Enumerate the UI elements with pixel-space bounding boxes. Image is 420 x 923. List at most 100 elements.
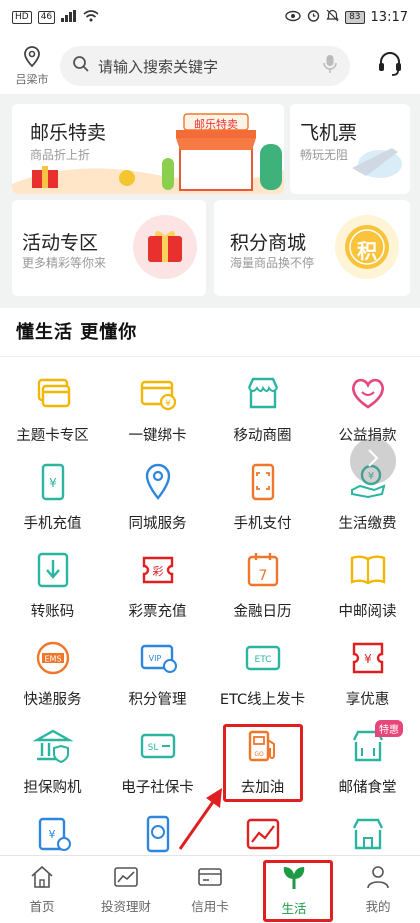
mute-icon [326, 9, 339, 25]
service-item-label: 手机充值 [23, 516, 82, 532]
location-selector[interactable]: 吕梁市 [10, 45, 54, 87]
tab-home-label: 首页 [29, 898, 55, 914]
service-item-label: 积分管理 [128, 692, 187, 708]
service-item[interactable]: ¥ 一键绑卡 [105, 368, 210, 456]
youle-sale-title: 邮乐特卖 [30, 122, 107, 144]
service-item[interactable]: 手机支付 [210, 456, 315, 544]
tab-home[interactable]: 首页 [0, 856, 84, 923]
service-item[interactable]: 担保购机 [0, 720, 105, 808]
floating-expand-button[interactable] [350, 438, 396, 484]
bottom-tab-bar: 首页 投资理财 信用卡 生活 我的 [0, 855, 420, 923]
tab-mine-label: 我的 [365, 898, 391, 914]
customer-service-button[interactable] [370, 51, 410, 81]
hd-indicator: HD [12, 10, 32, 24]
service-item[interactable]: 彩彩票充值 [105, 544, 210, 632]
svg-text:ETC: ETC [254, 655, 271, 665]
book-icon [348, 550, 388, 590]
microphone-icon[interactable] [322, 54, 338, 78]
service-item-label: 移动商圈 [233, 428, 292, 444]
service-item-label: 手机支付 [233, 516, 292, 532]
investment-icon [113, 865, 139, 892]
section-divider [0, 356, 420, 357]
flight-subtitle: 畅玩无阻 [300, 148, 349, 162]
activity-zone-card[interactable]: 活动专区 更多精彩等你来 [12, 200, 206, 296]
activity-title: 活动专区 [22, 232, 99, 254]
credit-card-icon [197, 865, 223, 892]
lottery-icon: 彩 [138, 550, 178, 590]
location-pin-icon [138, 462, 178, 502]
gift-icon [132, 214, 198, 284]
service-item[interactable]: 特惠邮储食堂 [315, 720, 420, 808]
service-item[interactable]: 中邮阅读 [315, 544, 420, 632]
chart-icon [243, 814, 283, 854]
highlight-box-fuel [223, 724, 303, 802]
service-item[interactable]: VIP 积分管理 [105, 632, 210, 720]
phone-yen-icon: ¥ [33, 462, 73, 502]
service-item[interactable]: ETC ETC线上发卡 [210, 632, 315, 720]
service-item[interactable]: 主题卡专区 [0, 368, 105, 456]
header: 吕梁市 请输入搜索关键字 [0, 38, 420, 94]
svg-text:¥: ¥ [165, 399, 171, 409]
service-item-label: 金融日历 [233, 604, 292, 620]
search-icon [72, 55, 90, 77]
youle-sale-card[interactable]: 邮乐特卖 商品折上折 邮乐特卖 [12, 104, 284, 194]
network-indicator: 46 [37, 10, 56, 24]
promo-badge: 特惠 [375, 720, 403, 737]
tab-credit-card[interactable]: 信用卡 [168, 856, 252, 923]
search-input[interactable]: 请输入搜索关键字 [98, 56, 322, 77]
user-icon [365, 865, 391, 892]
service-item[interactable]: 转账码 [0, 544, 105, 632]
signal-icon [61, 9, 77, 25]
tax-icon: ¥ [33, 814, 73, 854]
service-item-label: 中邮阅读 [338, 604, 397, 620]
service-item-label: 同城服务 [128, 516, 187, 532]
phone-scan-icon [243, 462, 283, 502]
etc-icon: ETC [243, 638, 283, 678]
wifi-icon [83, 9, 99, 25]
points-mall-card[interactable]: 积分商城 海量商品换不停 积 [214, 200, 410, 296]
tab-mine[interactable]: 我的 [336, 856, 420, 923]
home-icon [29, 865, 55, 892]
heart-icon [348, 374, 388, 414]
svg-text:SL: SL [147, 743, 158, 753]
service-item[interactable]: 移动商圈 [210, 368, 315, 456]
tab-investment-label: 投资理财 [100, 898, 151, 914]
alarm-icon [307, 9, 320, 25]
service-item[interactable]: 同城服务 [105, 456, 210, 544]
svg-text:VIP: VIP [148, 654, 161, 663]
flight-title: 飞机票 [300, 122, 358, 144]
points-coin-label: 积 [357, 239, 377, 263]
service-item[interactable]: ¥ 享优惠 [315, 632, 420, 720]
location-pin-icon [22, 45, 42, 71]
sl-card-icon: SL [138, 726, 178, 766]
vip-card-icon: VIP [138, 638, 178, 678]
svg-text:7: 7 [258, 568, 267, 584]
service-item-label: 担保购机 [23, 780, 82, 796]
service-item-label: 邮储食堂 [338, 780, 397, 796]
youle-sale-subtitle: 商品折上折 [30, 148, 91, 162]
calendar-icon: 7 [243, 550, 283, 590]
highlight-box-life-tab [263, 860, 333, 922]
service-item[interactable]: 7 金融日历 [210, 544, 315, 632]
bank-shield-icon [32, 726, 73, 766]
tab-investment[interactable]: 投资理财 [84, 856, 168, 923]
section-title: 懂生活 更懂你 [16, 322, 138, 343]
service-item[interactable]: EMS 快递服务 [0, 632, 105, 720]
transfer-icon [33, 550, 73, 590]
svg-text:¥: ¥ [48, 828, 55, 841]
coupon-icon: ¥ [348, 638, 388, 678]
search-bar[interactable]: 请输入搜索关键字 [60, 46, 350, 86]
tab-credit-card-label: 信用卡 [191, 898, 229, 914]
store-icon [348, 814, 388, 854]
svg-text:¥: ¥ [364, 652, 372, 666]
headset-icon [377, 51, 403, 81]
clock: 13:17 [370, 9, 408, 25]
service-item-label: 转账码 [30, 604, 75, 620]
service-item-label: 享优惠 [345, 692, 390, 708]
flight-ticket-card[interactable]: 飞机票 畅玩无阻 [290, 104, 410, 194]
location-label: 吕梁市 [15, 72, 49, 86]
eye-icon [285, 10, 301, 25]
shop-icon [243, 374, 283, 414]
service-item[interactable]: ¥ 手机充值 [0, 456, 105, 544]
annotation-arrow-icon [170, 784, 230, 858]
